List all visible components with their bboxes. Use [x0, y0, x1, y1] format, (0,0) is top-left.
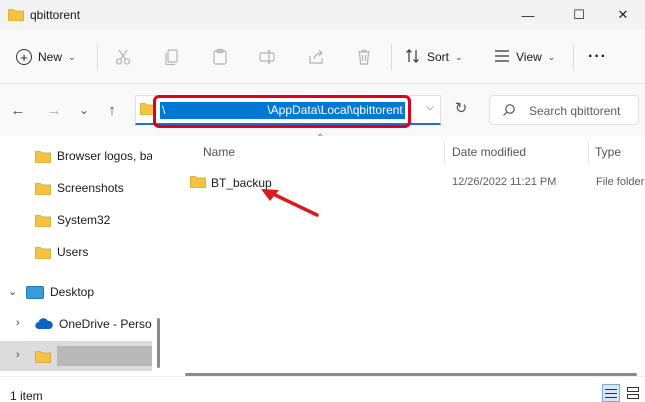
- chevron-right-icon[interactable]: ›: [16, 349, 20, 361]
- nav-item-onedrive[interactable]: › OneDrive - Person: [0, 309, 152, 339]
- column-divider[interactable]: [444, 141, 445, 165]
- nav-item-label: Users: [57, 245, 89, 259]
- recent-locations-button[interactable]: ⌄: [72, 98, 96, 122]
- folder-icon: [35, 150, 51, 163]
- chevron-down-icon[interactable]: ⌄: [8, 285, 17, 298]
- chevron-down-icon[interactable]: ⌵: [426, 102, 434, 113]
- nav-item-label: Screenshots: [57, 181, 124, 195]
- share-icon[interactable]: [305, 46, 327, 68]
- chevron-down-icon: ⌄: [68, 51, 76, 62]
- folder-icon: [190, 175, 206, 191]
- annotation-highlight-box: [153, 95, 411, 128]
- chevron-right-icon[interactable]: ›: [16, 317, 20, 329]
- nav-item-users[interactable]: Users: [0, 237, 152, 267]
- view-label: View: [516, 50, 542, 64]
- more-options-button[interactable]: ···: [588, 42, 607, 72]
- nav-item-system32[interactable]: System32: [0, 205, 152, 235]
- copy-icon[interactable]: [161, 46, 183, 68]
- refresh-button[interactable]: ↻: [449, 96, 473, 120]
- desktop-icon: [26, 285, 44, 299]
- folder-icon: [35, 246, 51, 259]
- back-button[interactable]: ←: [6, 98, 30, 122]
- maximize-button[interactable]: ☐: [556, 0, 602, 30]
- folder-icon: [35, 182, 51, 195]
- rename-icon[interactable]: [256, 46, 278, 68]
- search-input[interactable]: Search qbittorent: [529, 104, 620, 118]
- nav-item-label: Desktop: [50, 285, 95, 299]
- details-view-icon[interactable]: [602, 384, 620, 402]
- nav-item-screenshots[interactable]: Screenshots: [0, 173, 152, 203]
- column-header-type[interactable]: Type: [595, 145, 621, 159]
- delete-icon[interactable]: [353, 46, 375, 68]
- column-header-name[interactable]: Name: [203, 145, 235, 159]
- status-bar: 1 item: [0, 376, 645, 402]
- view-icon: [494, 49, 510, 66]
- column-divider[interactable]: [588, 141, 589, 165]
- folder-icon: [35, 350, 51, 363]
- divider: [573, 44, 574, 70]
- up-button[interactable]: ↑: [100, 98, 124, 122]
- nav-item-desktop[interactable]: ⌄ Desktop: [0, 277, 152, 307]
- file-list: ⌃ Name Date modified Type BT_backup 12/2…: [172, 133, 645, 376]
- forward-button[interactable]: →: [42, 98, 66, 122]
- column-header-date[interactable]: Date modified: [452, 145, 526, 159]
- nav-scrollbar[interactable]: [157, 318, 160, 368]
- file-type: File folder: [596, 176, 645, 188]
- new-label: New: [38, 50, 63, 64]
- tiles-view-icon[interactable]: [624, 384, 642, 402]
- chevron-down-icon: ⌄: [547, 51, 556, 62]
- new-button[interactable]: + New ⌄: [16, 42, 76, 72]
- search-box[interactable]: Search qbittorent: [489, 95, 639, 125]
- nav-item-label: Browser logos, bar: [57, 149, 152, 163]
- title-bar: qbittorent — ☐ ✕: [0, 0, 645, 30]
- onedrive-icon: [35, 318, 53, 330]
- minimize-button[interactable]: —: [505, 0, 551, 30]
- folder-icon: [35, 214, 51, 227]
- view-button[interactable]: View ⌄: [494, 42, 555, 72]
- search-icon: [502, 103, 516, 120]
- divider: [391, 44, 392, 70]
- annotation-arrow-icon: [261, 189, 319, 217]
- folder-icon: [8, 8, 24, 24]
- chevron-down-icon: ⌄: [455, 51, 463, 62]
- nav-item-browser-logos[interactable]: Browser logos, bar: [0, 141, 152, 171]
- cut-icon[interactable]: [112, 46, 134, 68]
- window-title: qbittorent: [30, 8, 81, 22]
- divider: [97, 44, 98, 70]
- sort-button[interactable]: Sort ⌄: [405, 42, 463, 72]
- plus-icon: +: [16, 49, 32, 65]
- sort-caret-icon: ⌃: [316, 133, 325, 144]
- file-date: 12/26/2022 11:21 PM: [452, 176, 557, 188]
- item-count: 1 item: [10, 389, 43, 402]
- close-button[interactable]: ✕: [600, 0, 645, 30]
- nav-item-redacted[interactable]: ›: [0, 341, 152, 371]
- nav-item-label: System32: [57, 213, 111, 227]
- sort-label: Sort: [427, 50, 450, 64]
- paste-icon[interactable]: [209, 46, 231, 68]
- navigation-pane: Browser logos, bar Screenshots System32 …: [0, 136, 172, 373]
- command-bar: + New ⌄ Sort ⌄ View ⌄ ···: [0, 30, 645, 84]
- file-row[interactable]: BT_backup 12/26/2022 11:21 PM File folde…: [184, 172, 644, 194]
- redacted-label: [57, 346, 152, 366]
- nav-item-label: OneDrive - Person: [59, 317, 152, 331]
- sort-icon: [405, 48, 421, 67]
